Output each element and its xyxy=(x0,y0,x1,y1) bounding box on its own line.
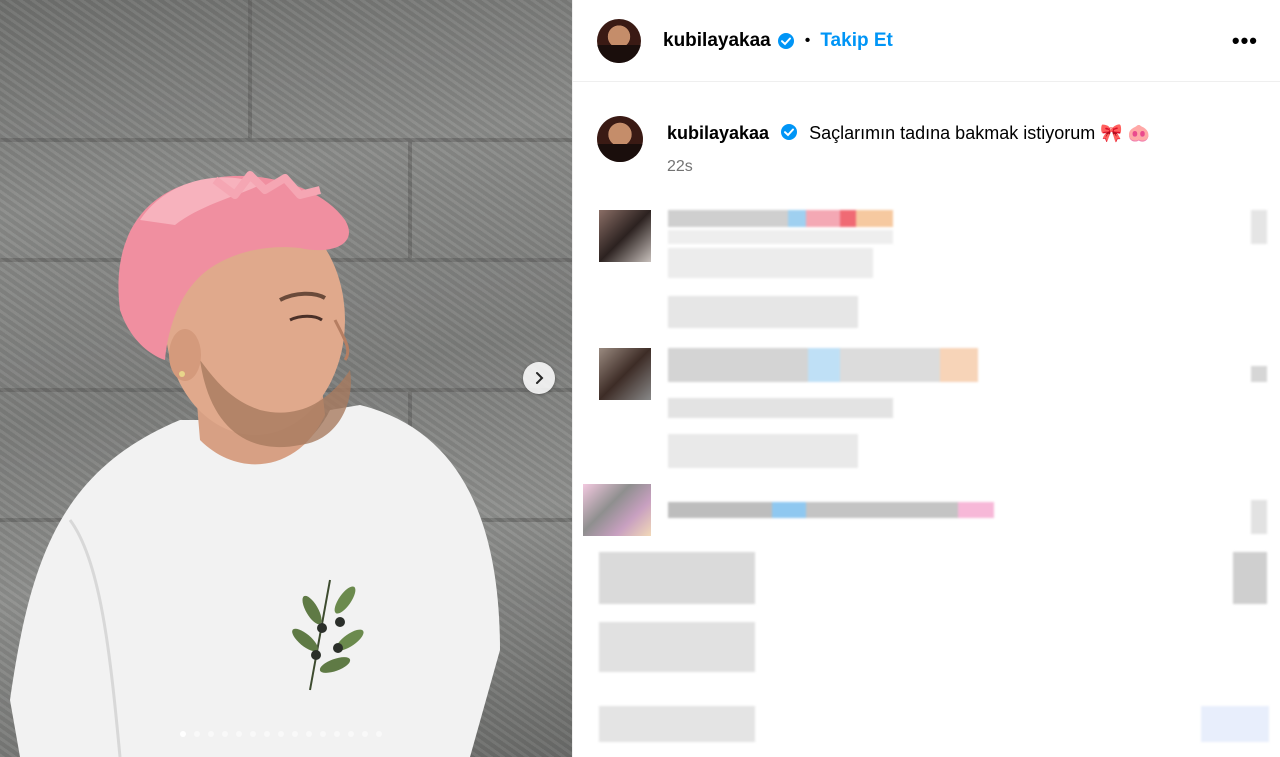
carousel-dot xyxy=(222,731,228,737)
redacted-like xyxy=(1251,500,1267,534)
verified-badge-icon xyxy=(781,124,798,140)
redacted-like xyxy=(1251,210,1267,244)
post-media[interactable] xyxy=(0,0,572,757)
carousel-dot xyxy=(194,731,200,737)
post-sidebar: kubilayakaa • Takip Et ••• kubilayakaa S… xyxy=(572,0,1280,757)
redacted-comment xyxy=(668,248,873,278)
redacted-like xyxy=(1251,366,1267,382)
carousel-dot xyxy=(236,731,242,737)
carousel-dot xyxy=(278,731,284,737)
more-options-button[interactable]: ••• xyxy=(1232,28,1258,54)
follow-button[interactable]: Takip Et xyxy=(820,30,893,52)
redacted-comment xyxy=(668,398,893,418)
carousel-dot xyxy=(334,731,340,737)
redacted-avatar xyxy=(599,210,651,262)
redacted-comment xyxy=(668,230,893,244)
caption-username[interactable]: kubilayakaa xyxy=(667,123,769,143)
redacted-comment xyxy=(668,348,978,382)
carousel-dot xyxy=(208,731,214,737)
carousel-dot xyxy=(264,731,270,737)
redacted-reply-link xyxy=(668,296,858,328)
verified-badge-icon xyxy=(777,32,794,49)
caption-line: kubilayakaa Saçlarımın tadına bakmak ist… xyxy=(667,122,1150,144)
redacted-actions xyxy=(1201,706,1269,742)
chevron-right-icon xyxy=(536,372,544,384)
post-caption: kubilayakaa Saçlarımın tadına bakmak ist… xyxy=(573,82,1280,176)
carousel-dot xyxy=(250,731,256,737)
post-header: kubilayakaa • Takip Et ••• xyxy=(573,0,1280,82)
redacted-row xyxy=(599,622,755,672)
caption-body: kubilayakaa Saçlarımın tadına bakmak ist… xyxy=(667,116,1150,176)
carousel-indicator xyxy=(180,731,382,737)
carousel-dot xyxy=(376,731,382,737)
redacted-comment xyxy=(668,502,994,518)
next-slide-button[interactable] xyxy=(523,362,555,394)
author-username[interactable]: kubilayakaa xyxy=(663,30,771,52)
redacted-comment xyxy=(668,210,893,227)
redacted-reply-link xyxy=(668,434,858,468)
separator-dot: • xyxy=(804,31,811,49)
redacted-like xyxy=(1233,552,1267,604)
avatar[interactable] xyxy=(597,18,641,63)
carousel-dot xyxy=(362,731,368,737)
redacted-avatar xyxy=(583,484,651,536)
redacted-row xyxy=(599,552,755,604)
carousel-dot xyxy=(348,731,354,737)
carousel-dot xyxy=(180,731,186,737)
carousel-dot xyxy=(292,731,298,737)
caption-avatar[interactable] xyxy=(597,116,643,162)
photo-person xyxy=(10,171,500,757)
carousel-dot xyxy=(320,731,326,737)
redacted-actions xyxy=(599,706,755,742)
post-timestamp[interactable]: 22s xyxy=(667,158,1150,176)
redacted-avatar xyxy=(599,348,651,400)
caption-text: Saçlarımın tadına bakmak istiyorum 🎀 🐽 xyxy=(809,123,1151,143)
post-viewer: kubilayakaa • Takip Et ••• kubilayakaa S… xyxy=(0,0,1280,757)
carousel-dot xyxy=(306,731,312,737)
